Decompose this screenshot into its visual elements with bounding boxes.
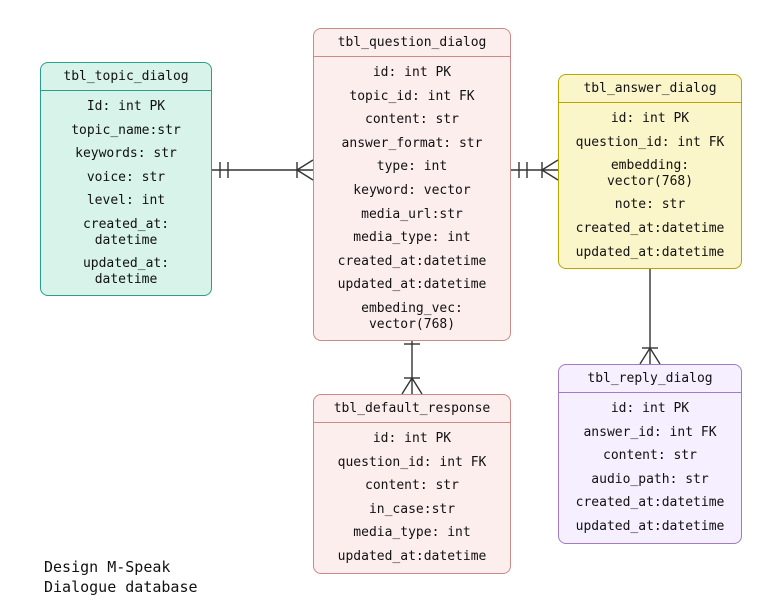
- entity-fields: id: int PK question_id: int FK content: …: [314, 423, 510, 573]
- field: embeding_vec: vector(768): [314, 297, 510, 336]
- entity-tbl-question-dialog: tbl_question_dialog id: int PK topic_id:…: [313, 28, 511, 341]
- entity-title: tbl_reply_dialog: [559, 365, 741, 393]
- field: media_type: int: [314, 226, 510, 250]
- entity-tbl-reply-dialog: tbl_reply_dialog id: int PK answer_id: i…: [558, 364, 742, 544]
- field: keywords: str: [41, 142, 211, 166]
- field: id: int PK: [559, 397, 741, 421]
- field: updated_at: datetime: [41, 252, 211, 291]
- field: content: str: [314, 108, 510, 132]
- field: voice: str: [41, 166, 211, 190]
- entity-title: tbl_question_dialog: [314, 29, 510, 57]
- field: updated_at:datetime: [559, 515, 741, 539]
- field: media_url:str: [314, 203, 510, 227]
- entity-tbl-default-response: tbl_default_response id: int PK question…: [313, 394, 511, 574]
- entity-fields: Id: int PK topic_name:str keywords: str …: [41, 91, 211, 295]
- field: topic_id: int FK: [314, 85, 510, 109]
- entity-tbl-topic-dialog: tbl_topic_dialog Id: int PK topic_name:s…: [40, 62, 212, 296]
- field: content: str: [559, 444, 741, 468]
- field: id: int PK: [314, 427, 510, 451]
- field: updated_at:datetime: [314, 273, 510, 297]
- diagram-caption: Design M-Speak Dialogue database: [44, 558, 198, 597]
- field: keyword: vector: [314, 179, 510, 203]
- entity-fields: id: int PK topic_id: int FK content: str…: [314, 57, 510, 340]
- field: note: str: [559, 193, 741, 217]
- field: id: int PK: [559, 107, 741, 131]
- field: question_id: int FK: [559, 131, 741, 155]
- field: id: int PK: [314, 61, 510, 85]
- entity-title: tbl_topic_dialog: [41, 63, 211, 91]
- field: in_case:str: [314, 498, 510, 522]
- field: created_at:datetime: [314, 250, 510, 274]
- entity-fields: id: int PK question_id: int FK embedding…: [559, 103, 741, 268]
- field: audio_path: str: [559, 468, 741, 492]
- field: updated_at:datetime: [559, 241, 741, 265]
- field: Id: int PK: [41, 95, 211, 119]
- field: embedding: vector(768): [559, 154, 741, 193]
- entity-fields: id: int PK answer_id: int FK content: st…: [559, 393, 741, 543]
- entity-title: tbl_answer_dialog: [559, 75, 741, 103]
- entity-tbl-answer-dialog: tbl_answer_dialog id: int PK question_id…: [558, 74, 742, 269]
- field: type: int: [314, 155, 510, 179]
- field: level: int: [41, 189, 211, 213]
- field: created_at:datetime: [559, 217, 741, 241]
- field: content: str: [314, 474, 510, 498]
- entity-title: tbl_default_response: [314, 395, 510, 423]
- field: created_at:datetime: [559, 491, 741, 515]
- field: question_id: int FK: [314, 451, 510, 475]
- field: created_at: datetime: [41, 213, 211, 252]
- field: updated_at:datetime: [314, 545, 510, 569]
- field: answer_id: int FK: [559, 421, 741, 445]
- field: media_type: int: [314, 521, 510, 545]
- field: answer_format: str: [314, 132, 510, 156]
- field: topic_name:str: [41, 119, 211, 143]
